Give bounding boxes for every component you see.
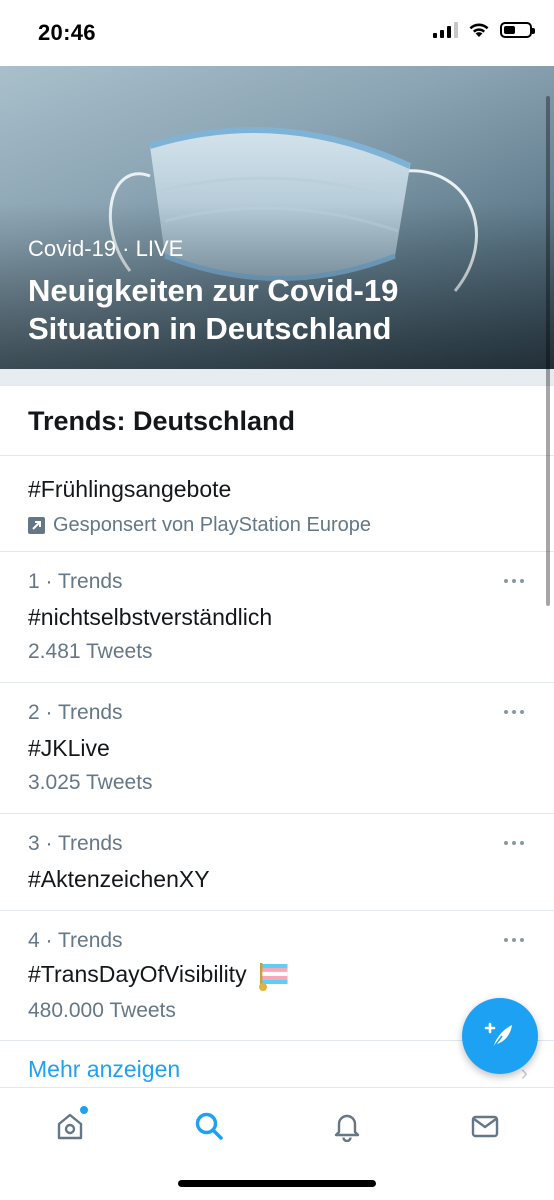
trend-item[interactable]: 1 · Trends #nichtselbstverständlich 2.48…: [0, 552, 554, 683]
compose-feather-icon: [484, 1022, 512, 1049]
more-options-icon[interactable]: [504, 838, 528, 848]
trend-meta: 3 · Trends: [28, 832, 123, 855]
show-more-link[interactable]: Mehr anzeigen: [28, 1056, 180, 1083]
home-indicator[interactable]: [178, 1180, 376, 1187]
trend-name: #nichtselbstverständlich: [28, 604, 273, 630]
trend-meta: 1 · Trends: [28, 570, 123, 593]
trans-flag-emoji-icon: [258, 963, 288, 991]
status-icons: [433, 22, 535, 38]
hero-meta: Covid-19 · LIVE: [28, 236, 184, 261]
trend-tweet-count: 480.000 Tweets: [28, 999, 176, 1022]
trend-name: #AktenzeichenXY: [28, 866, 210, 892]
battery-icon: [500, 22, 535, 38]
cellular-signal-icon: [433, 22, 458, 38]
trend-item[interactable]: 2 · Trends #JKLive 3.025 Tweets: [0, 683, 554, 814]
trend-tweet-count: 2.481 Tweets: [28, 640, 153, 663]
status-bar: 20:46: [0, 0, 554, 66]
trend-name: #JKLive: [28, 735, 110, 761]
section-divider: [0, 369, 554, 386]
sponsor-line: Gesponsert von PlayStation Europe: [28, 514, 371, 537]
wifi-icon: [469, 23, 489, 37]
hero-title: Neuigkeiten zur Covid-19 Situation in De…: [28, 273, 399, 346]
more-options-icon[interactable]: [504, 935, 528, 945]
live-label: LIVE: [135, 236, 184, 261]
trends-title: Trends: Deutschland: [28, 406, 296, 436]
home-icon: [57, 1113, 83, 1140]
mail-icon: [471, 1115, 499, 1138]
promoted-icon: [28, 517, 45, 534]
scrollbar[interactable]: [546, 96, 550, 606]
trend-tweet-count: 3.025 Tweets: [28, 771, 153, 794]
trend-meta: 4 · Trends: [28, 929, 123, 952]
search-icon: [195, 1112, 223, 1140]
tab-messages[interactable]: [463, 1104, 507, 1148]
promoted-trend[interactable]: #Frühlingsangebote Gesponsert von PlaySt…: [0, 456, 554, 552]
status-time: 20:46: [38, 20, 96, 45]
trend-meta: 2 · Trends: [28, 701, 123, 724]
promoted-trend-name: #Frühlingsangebote: [28, 476, 232, 502]
bell-icon: [334, 1114, 360, 1142]
hero-event-card[interactable]: Covid-19 · LIVE Neuigkeiten zur Covid-19…: [0, 66, 554, 369]
sponsor-label: Gesponsert von PlayStation Europe: [53, 514, 371, 536]
trends-section-header: Trends: Deutschland: [0, 386, 554, 456]
tab-search[interactable]: [187, 1104, 231, 1148]
hero-category: Covid-19: [28, 236, 117, 261]
trend-name: #TransDayOfVisibility: [28, 961, 247, 988]
notification-dot: [80, 1106, 88, 1114]
tab-home[interactable]: [48, 1104, 92, 1148]
trend-item[interactable]: 3 · Trends #AktenzeichenXY: [0, 814, 554, 911]
more-options-icon[interactable]: [504, 576, 528, 586]
tab-notifications[interactable]: [325, 1104, 369, 1148]
trend-name-row: #TransDayOfVisibility: [28, 961, 290, 991]
compose-tweet-button[interactable]: [462, 998, 538, 1074]
more-options-icon[interactable]: [504, 707, 528, 717]
